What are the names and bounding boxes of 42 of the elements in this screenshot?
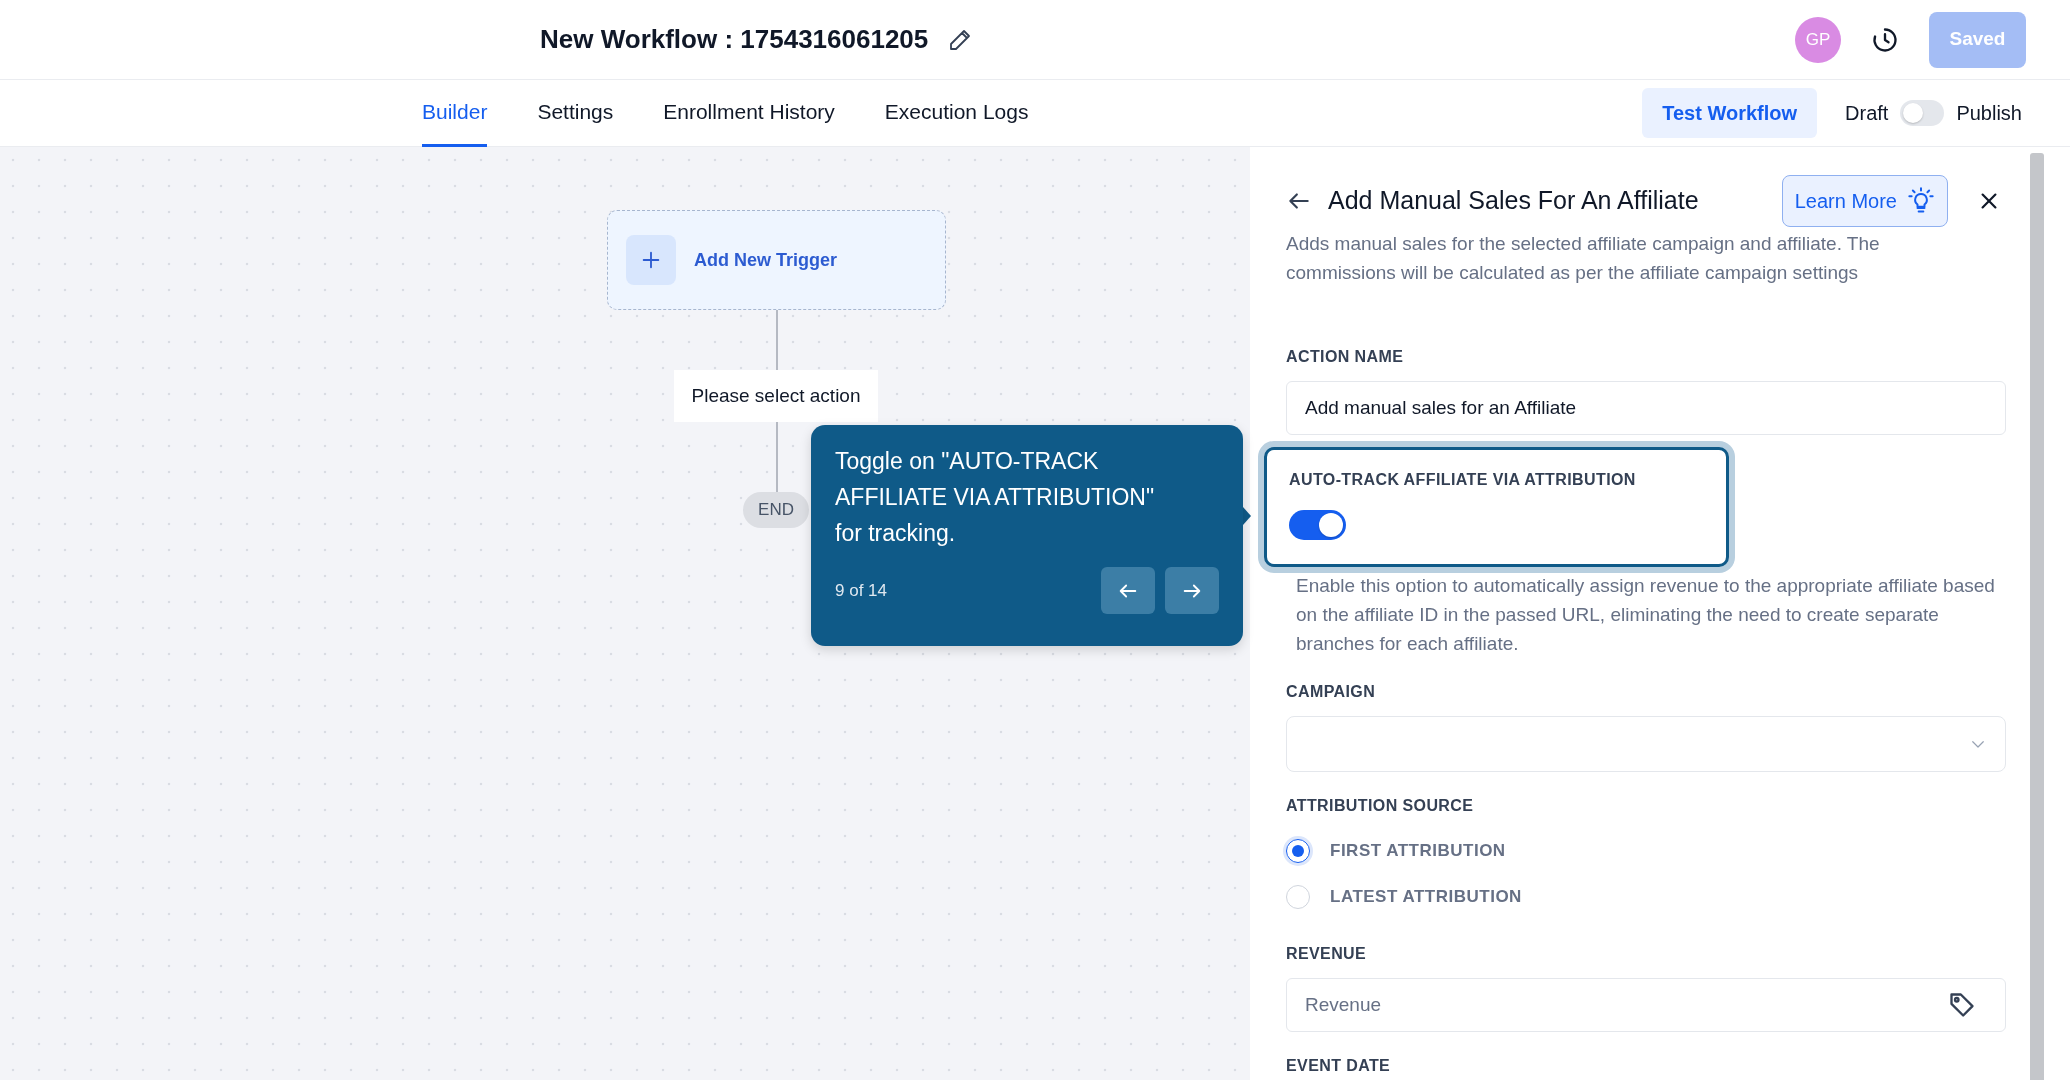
input-field[interactable]: Revenue bbox=[1286, 978, 2006, 1032]
draft-label: Draft bbox=[1845, 101, 1889, 126]
publish-label: Publish bbox=[1956, 101, 2022, 126]
end-node: END bbox=[743, 492, 809, 528]
field-label: CAMPAIGN bbox=[1286, 682, 1377, 702]
next-button[interactable] bbox=[1165, 567, 1219, 614]
dropdown-field[interactable] bbox=[1286, 716, 2006, 772]
publish-toggle[interactable] bbox=[1900, 100, 1945, 126]
step-counter: 9 of 14 bbox=[835, 579, 887, 602]
radio-button[interactable] bbox=[1286, 839, 1310, 863]
panel-title: Add Manual Sales For An Affiliate bbox=[1328, 185, 1699, 217]
radio-label: LATEST ATTRIBUTION bbox=[1330, 886, 1522, 909]
connector-line bbox=[776, 422, 778, 492]
workflow-title: New Workflow : 1754316061205 bbox=[540, 23, 929, 56]
lightbulb-icon bbox=[1907, 187, 1935, 215]
pencil-icon[interactable] bbox=[948, 27, 973, 52]
learn-more-button[interactable]: Learn More bbox=[1781, 175, 1948, 227]
input-field[interactable]: Add manual sales for an Affiliate bbox=[1286, 381, 2006, 435]
trigger-label: Add New Trigger bbox=[694, 248, 837, 272]
tab[interactable]: Enrollment History bbox=[663, 79, 835, 147]
tooltip-text: Toggle on "AUTO-TRACK AFFILIATE VIA ATTRIBUTION" for tracking. bbox=[835, 447, 1156, 548]
plus-icon bbox=[640, 249, 662, 271]
scrollbar[interactable] bbox=[2030, 153, 2044, 1080]
tab[interactable]: Execution Logs bbox=[884, 79, 1029, 147]
radio-label: FIRST ATTRIBUTION bbox=[1330, 840, 1506, 863]
history-icon[interactable] bbox=[1871, 25, 1899, 54]
connector-line bbox=[776, 310, 778, 370]
field-label: ATTRIBUTION SOURCE bbox=[1286, 796, 1475, 816]
panel-description: Adds manual sales for the selected affiliate campaign and affiliate. The commissions will be calculated as per the affiliate campaign settings bbox=[1286, 232, 1881, 285]
help-text: Enable this option to automatically assign revenue to the appropriate affiliate based on the affiliate ID in the passed URL, eliminating the need to create separate branches for each affiliate. bbox=[1296, 574, 1996, 656]
field-label: AUTO-TRACK AFFILIATE VIA ATTRIBUTION bbox=[1289, 470, 1637, 490]
previous-button[interactable] bbox=[1101, 567, 1155, 614]
field-label: ACTION NAME bbox=[1286, 347, 1405, 367]
add-button[interactable] bbox=[626, 235, 676, 285]
field-label: REVENUE bbox=[1286, 944, 1368, 964]
action-node[interactable]: Please select action bbox=[674, 370, 878, 422]
trigger-node[interactable]: Add New Trigger bbox=[607, 210, 946, 310]
toggle-switch[interactable] bbox=[1289, 510, 1346, 540]
tab[interactable]: Settings bbox=[537, 79, 614, 147]
close-icon[interactable] bbox=[1978, 190, 2000, 212]
field-label: EVENT DATE bbox=[1286, 1056, 1392, 1076]
test-workflow-button[interactable]: Test Workflow bbox=[1642, 88, 1818, 138]
